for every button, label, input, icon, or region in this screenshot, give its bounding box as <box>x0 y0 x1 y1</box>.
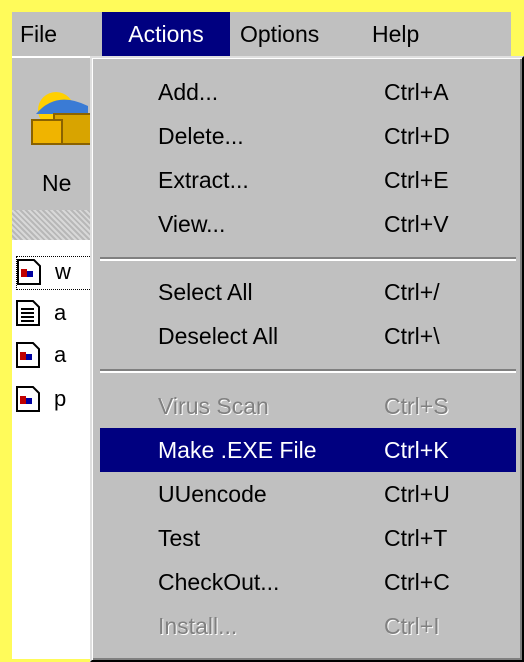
menu-item-shortcut: Ctrl+D <box>384 123 450 149</box>
menu-bar: File Actions Options Help <box>12 12 511 56</box>
menu-item-shortcut: Ctrl+\ <box>384 323 440 349</box>
menu-item-label: Make .EXE File <box>158 437 317 463</box>
menu-item-shortcut: Ctrl+C <box>384 569 450 595</box>
menu-item-shortcut: Ctrl+K <box>384 437 449 463</box>
winzip-file-icon <box>16 386 40 412</box>
menu-item-delete[interactable]: Delete... Ctrl+D <box>100 114 516 158</box>
menu-item-view[interactable]: View... Ctrl+V <box>100 202 516 246</box>
menu-separator <box>100 369 516 373</box>
menu-item-make-exe-file[interactable]: Make .EXE File Ctrl+K <box>100 428 516 472</box>
menu-item-label: Delete... <box>158 123 244 149</box>
menu-item-extract[interactable]: Extract... Ctrl+E <box>100 158 516 202</box>
menu-item-label: Deselect All <box>158 323 279 349</box>
menu-item-label: Select All <box>158 279 253 305</box>
menu-file[interactable]: File <box>20 12 78 56</box>
new-button-label: Ne <box>42 170 72 196</box>
actions-dropdown-menu: Add... Ctrl+A Delete... Ctrl+D Extract..… <box>90 56 524 662</box>
menu-item-label: CheckOut... <box>158 569 280 595</box>
menu-item-shortcut: Ctrl+/ <box>384 279 440 305</box>
menu-item-select-all[interactable]: Select All Ctrl+/ <box>100 270 516 314</box>
menu-item-label: UUencode <box>158 481 267 507</box>
menu-item-label: Virus Scan <box>158 393 269 419</box>
file-name: a <box>54 342 67 367</box>
menu-item-shortcut: Ctrl+U <box>384 481 450 507</box>
menu-item-virus-scan: Virus Scan Ctrl+S <box>100 384 516 428</box>
winzip-file-icon <box>17 259 41 285</box>
menu-item-label: Test <box>158 525 201 551</box>
menu-item-checkout[interactable]: CheckOut... Ctrl+C <box>100 560 516 604</box>
menu-item-label: Extract... <box>158 167 249 193</box>
menu-item-add[interactable]: Add... Ctrl+A <box>100 70 516 114</box>
menu-item-label: View... <box>158 211 226 237</box>
menu-separator <box>100 257 516 261</box>
menu-item-label: Install... <box>158 613 238 639</box>
menu-options[interactable]: Options <box>240 12 350 56</box>
menu-item-deselect-all[interactable]: Deselect All Ctrl+\ <box>100 314 516 358</box>
menu-actions[interactable]: Actions <box>102 12 230 56</box>
menu-item-shortcut: Ctrl+V <box>384 211 449 237</box>
menu-item-shortcut: Ctrl+A <box>384 79 449 105</box>
file-name: w <box>55 259 71 284</box>
winzip-file-icon <box>16 342 40 368</box>
file-name: p <box>54 386 67 411</box>
menu-item-uuencode[interactable]: UUencode Ctrl+U <box>100 472 516 516</box>
menu-item-shortcut: Ctrl+E <box>384 167 449 193</box>
text-document-icon <box>16 300 40 326</box>
menu-item-install: Install... Ctrl+I <box>100 604 516 648</box>
menu-help[interactable]: Help <box>372 12 438 56</box>
menu-item-label: Add... <box>158 79 219 105</box>
file-name: a <box>54 300 67 325</box>
menu-item-shortcut: Ctrl+I <box>384 613 440 639</box>
menu-item-shortcut: Ctrl+T <box>384 525 448 551</box>
menu-item-shortcut: Ctrl+S <box>384 393 449 419</box>
menu-item-test[interactable]: Test Ctrl+T <box>100 516 516 560</box>
